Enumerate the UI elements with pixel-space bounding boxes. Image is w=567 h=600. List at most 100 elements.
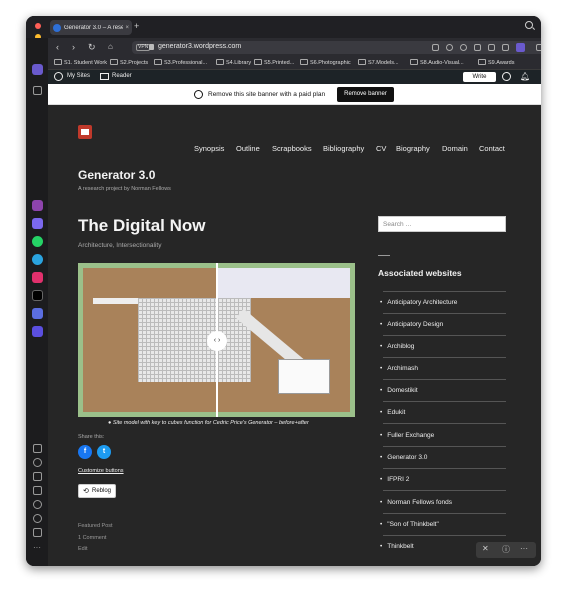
- more-options-icon[interactable]: ···: [520, 544, 528, 553]
- divider: [383, 401, 506, 402]
- home-icon[interactable]: [32, 64, 43, 75]
- bookmark-folder[interactable]: S1. Student Work: [54, 59, 107, 66]
- tab-close-icon[interactable]: ×: [125, 25, 129, 31]
- wallet-icon[interactable]: [33, 444, 42, 453]
- camera-icon[interactable]: [446, 44, 453, 51]
- screenshot-icon[interactable]: [432, 44, 439, 51]
- sidebar-link[interactable]: Domestikit: [380, 387, 417, 394]
- avatar[interactable]: [502, 72, 511, 81]
- divider: [383, 446, 506, 447]
- heart-icon[interactable]: [33, 458, 42, 467]
- telegram-icon[interactable]: [32, 254, 43, 265]
- instagram-icon[interactable]: [32, 272, 43, 283]
- tips-icon[interactable]: [33, 528, 42, 537]
- comments-link[interactable]: 1 Comment: [78, 535, 106, 541]
- reblog-button[interactable]: Reblog: [78, 484, 116, 498]
- address-bar-row: ‹ › ↻ ⌂ VPN generator3.wordpress.com: [48, 38, 541, 56]
- browser-tab[interactable]: Generator 3.0 – A resea ×: [50, 20, 132, 35]
- new-tab-button[interactable]: +: [134, 20, 139, 32]
- twitter-share-icon[interactable]: t: [97, 445, 111, 459]
- nav-item-domain[interactable]: Domain: [442, 144, 468, 153]
- bookmark-folder[interactable]: S4.Library: [216, 59, 251, 66]
- floating-toolbar: ✕ ⓘ ···: [476, 542, 536, 558]
- close-icon[interactable]: [35, 23, 41, 29]
- facebook-share-icon[interactable]: f: [78, 445, 92, 459]
- tab-search-icon[interactable]: [525, 21, 533, 29]
- player-icon[interactable]: [32, 326, 43, 337]
- bookmark-folder[interactable]: S9.Awards: [478, 59, 515, 66]
- cast-icon[interactable]: [33, 486, 42, 495]
- nav-item-cv[interactable]: CV: [376, 144, 386, 153]
- share-label: Share this:: [78, 434, 105, 440]
- history-icon[interactable]: [33, 500, 42, 509]
- bookmark-folder[interactable]: S7.Models...: [358, 59, 399, 66]
- nav-item-contact[interactable]: Contact: [479, 144, 505, 153]
- star-icon[interactable]: [33, 86, 42, 95]
- settings-icon[interactable]: [33, 514, 42, 523]
- divider: [383, 379, 506, 380]
- url-field[interactable]: VPN generator3.wordpress.com: [132, 41, 541, 54]
- sidebar-link[interactable]: IFPRI 2: [380, 476, 409, 483]
- app-icon[interactable]: [32, 200, 43, 211]
- reader-link[interactable]: Reader: [112, 73, 132, 79]
- model-legend: [278, 359, 330, 394]
- notes-icon[interactable]: [33, 472, 42, 481]
- sidebar-link[interactable]: Thinkbelt: [380, 543, 413, 550]
- info-icon[interactable]: ⓘ: [502, 544, 510, 555]
- messenger-icon[interactable]: [32, 218, 43, 229]
- edit-link[interactable]: Edit: [78, 546, 87, 552]
- shield-icon[interactable]: [460, 44, 467, 51]
- app-icon[interactable]: [32, 308, 43, 319]
- reader-icon[interactable]: [100, 73, 109, 80]
- bookmark-folder[interactable]: S3.Professional...: [154, 59, 207, 66]
- download-icon[interactable]: [502, 44, 509, 51]
- lock-icon[interactable]: [149, 44, 154, 50]
- nav-item-biography[interactable]: Biography: [396, 144, 430, 153]
- sidebar-link[interactable]: Archimash: [380, 365, 418, 372]
- bookmark-folder[interactable]: S5.Printed...: [254, 59, 294, 66]
- sidebar-link[interactable]: Edukit: [380, 409, 405, 416]
- customize-buttons-link[interactable]: Customize buttons: [78, 468, 124, 474]
- my-sites-link[interactable]: My Sites: [67, 73, 90, 79]
- write-button[interactable]: Write: [463, 72, 496, 82]
- post-categories[interactable]: Architecture, Intersectionality: [78, 242, 161, 249]
- site-logo[interactable]: [78, 125, 92, 139]
- divider: [383, 535, 506, 536]
- profile-icon[interactable]: [516, 43, 525, 52]
- bookmark-folder[interactable]: S6.Photographic: [300, 59, 351, 66]
- site-title[interactable]: Generator 3.0: [78, 168, 155, 182]
- url-text[interactable]: generator3.wordpress.com: [158, 43, 241, 50]
- whatsapp-icon[interactable]: [32, 236, 43, 247]
- before-after-image[interactable]: ‹ ›: [78, 263, 355, 417]
- bookmark-folder[interactable]: S8.Audio-Visual...: [410, 59, 464, 66]
- more-icon[interactable]: ···: [33, 543, 41, 552]
- play-icon[interactable]: [474, 44, 481, 51]
- heart-icon[interactable]: [488, 44, 495, 51]
- sidebar-link[interactable]: "Son of Thinkbelt": [380, 521, 438, 528]
- home-icon[interactable]: ⌂: [108, 41, 113, 53]
- notifications-icon[interactable]: 🔔︎: [520, 72, 530, 81]
- reload-icon[interactable]: ↻: [88, 41, 96, 53]
- wordpress-favicon-icon: [53, 23, 61, 32]
- search-input[interactable]: Search …: [378, 216, 506, 232]
- back-icon[interactable]: ‹: [56, 41, 59, 53]
- extensions-icon[interactable]: [536, 44, 541, 51]
- sidebar-link[interactable]: Archiblog: [380, 343, 414, 350]
- wordpress-icon[interactable]: [54, 72, 63, 81]
- nav-item-outline[interactable]: Outline: [236, 144, 260, 153]
- nav-item-synopsis[interactable]: Synopsis: [194, 144, 224, 153]
- sidebar-link[interactable]: Fuller Exchange: [380, 432, 434, 439]
- nav-item-bibliography[interactable]: Bibliography: [323, 144, 364, 153]
- sidebar-link[interactable]: Generator 3.0: [380, 454, 427, 461]
- sidebar-link[interactable]: Anticipatory Architecture: [380, 299, 457, 306]
- tools-icon[interactable]: ✕: [482, 544, 489, 553]
- sidebar-link[interactable]: Norman Fellows fonds: [380, 499, 452, 506]
- post-title[interactable]: The Digital Now: [78, 216, 206, 236]
- forward-icon[interactable]: ›: [72, 41, 75, 53]
- nav-item-scrapbooks[interactable]: Scrapbooks: [272, 144, 312, 153]
- x-icon[interactable]: [32, 290, 43, 301]
- remove-banner-button[interactable]: Remove banner: [337, 87, 394, 102]
- compare-handle[interactable]: ‹ ›: [207, 331, 227, 351]
- sidebar-link[interactable]: Anticipatory Design: [380, 321, 443, 328]
- bookmark-folder[interactable]: S2.Projects: [110, 59, 148, 66]
